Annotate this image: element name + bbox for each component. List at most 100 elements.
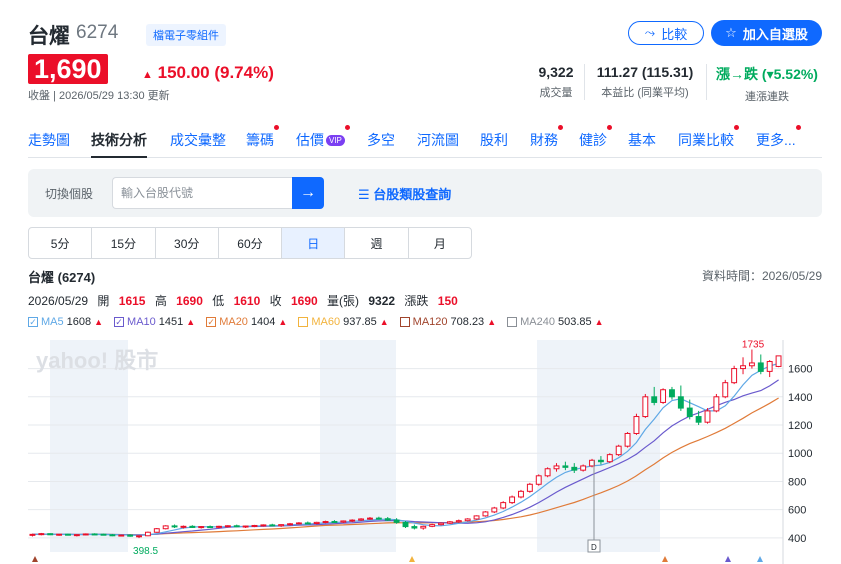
candle-body [420,525,427,529]
new-dot [558,125,563,130]
up-triangle-icon: ▲ [142,69,153,81]
period-30m[interactable]: 30分 [156,228,219,258]
candle-body [109,534,116,537]
price-change: ▲ 150.00 (9.74%) [142,63,274,82]
tab-dividend[interactable]: 股利 [480,130,508,158]
ma-toggle-ma20[interactable]: ✓ MA20 1404 ▲ [206,316,287,328]
ma-toggle-ma120[interactable]: MA120 708.23 ▲ [399,316,497,328]
candle-body [153,528,160,533]
candle-body [91,533,98,536]
sector-search-link[interactable]: ☰ 台股類股查詢 [358,184,451,203]
search-submit-button[interactable]: → [292,177,324,209]
candle-body [224,525,231,528]
ma-toggle-ma10[interactable]: ✓ MA10 1451 ▲ [114,316,195,328]
candle-body [757,362,764,372]
divider [584,64,585,100]
tab-bull-bear[interactable]: 多空 [367,130,395,158]
checkbox-icon[interactable] [507,317,518,327]
close-value: 1690 [290,294,318,308]
current-price: 1,690 [28,54,108,84]
max-price-label: 1735 [742,340,765,351]
stock-switcher: 切換個股 → ☰ 台股類股查詢 [28,169,822,217]
ma-toggle-ma60[interactable]: MA60 937.85 ▲ [298,316,389,328]
candle-body [216,525,222,528]
tab-more[interactable]: 更多... [756,125,801,158]
candle-body [509,496,516,504]
candle-body [384,518,391,521]
candle-body [651,396,658,403]
candle-body [473,515,480,520]
candle-body [269,524,276,527]
period-selector: 5分 15分 30分 60分 日 週 月 [28,227,472,259]
candle-body [393,519,400,523]
compare-button[interactable]: ⤳ 比較 [628,21,704,45]
ma-toggle-ma5[interactable]: ✓ MA5 1608 ▲ [28,316,103,328]
up-triangle-icon: ▲ [594,317,604,327]
checkbox-icon[interactable]: ✓ [114,317,125,327]
y-tick-label: 1200 [788,420,812,432]
tab-trend[interactable]: 走勢圖 [28,130,70,158]
tab-chips[interactable]: 籌碼 [246,125,279,158]
tab-river[interactable]: 河流圖 [417,130,459,158]
tab-basic[interactable]: 基本 [628,130,656,158]
tab-trades[interactable]: 成交彙整 [170,130,226,158]
new-dot [344,125,350,130]
candle-body [464,518,471,522]
candle-body [731,368,738,384]
candle-body [349,519,356,522]
up-triangle-icon: ▲ [487,317,497,327]
new-dot [607,125,612,130]
candle-body [56,533,63,536]
volume-value: 9322 [368,294,396,308]
y-tick-label: 400 [788,533,806,545]
checkbox-icon[interactable]: ✓ [28,317,38,327]
checkbox-icon[interactable] [298,317,309,327]
candle-body [544,468,551,477]
tab-valuation[interactable]: 估價 VIP [296,125,350,158]
add-watchlist-button[interactable]: ☆ 加入自選股 [711,20,822,46]
ma-toggle-ma240[interactable]: MA240 503.85 ▲ [507,316,604,328]
switch-label: 切換個股 [45,187,94,201]
tab-technical[interactable]: 技術分析 [91,130,147,158]
industry-tag[interactable]: 檔電子零組件 [146,24,226,46]
period-day[interactable]: 日 [282,228,346,258]
checkbox-icon[interactable]: ✓ [206,317,217,327]
candle-body [313,521,320,524]
candle-body [775,355,782,367]
up-triangle-icon: ▲ [94,317,104,327]
candle-body [740,365,746,370]
candle-body [704,410,711,423]
candle-body [713,396,720,412]
up-triangle-icon: ▲ [278,317,288,327]
candle-body [535,475,542,485]
candle-body [553,465,560,470]
candle-body [367,517,373,520]
candle-body [118,534,125,537]
candle-body [100,533,107,536]
candle-body [340,520,347,523]
chart-title: 台燿 (6274) [28,270,96,285]
up-triangle-icon: ▲ [379,317,389,327]
new-dot [734,125,739,130]
period-5m[interactable]: 5分 [29,228,93,258]
period-15m[interactable]: 15分 [92,228,156,258]
period-week[interactable]: 週 [345,228,409,258]
event-marker-icon [757,556,763,562]
stock-code-input[interactable] [112,177,292,209]
candlestick-chart[interactable]: 400 600 800 1000 1200 1400 1600 yahoo! 股市 1735 39… [28,340,822,564]
arrow-right-icon: → [300,184,316,201]
candle-body [686,407,693,418]
candle-body [526,483,533,492]
candle-body [251,524,258,527]
tab-financials[interactable]: 財務 [530,125,563,158]
candle-body [633,416,640,434]
candle-body [677,396,684,409]
candle-body [375,517,382,520]
tab-health[interactable]: 健診 [579,125,612,158]
date-marker-label: D [591,543,597,552]
tab-peers[interactable]: 同業比較 [678,125,739,158]
candle-body [207,526,214,529]
period-month[interactable]: 月 [409,228,471,258]
period-60m[interactable]: 60分 [219,228,283,258]
checkbox-icon[interactable] [399,317,410,327]
